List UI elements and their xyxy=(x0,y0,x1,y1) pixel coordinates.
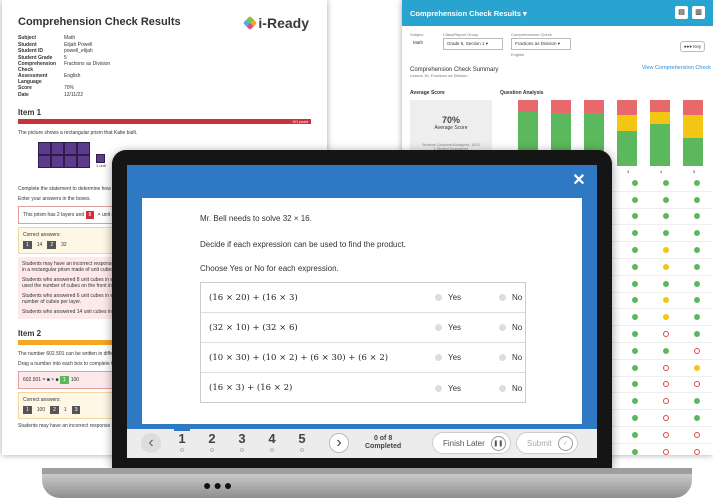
next-button[interactable]: › xyxy=(329,433,349,453)
finish-later-button[interactable]: Finish Later ❚❚ xyxy=(432,432,511,454)
meta-value: English xyxy=(64,73,81,79)
meta-value: Fractions as Division xyxy=(64,61,111,67)
radio-icon xyxy=(435,354,442,361)
meta-key: Date xyxy=(18,91,29,98)
expression: (16 × 20) + (16 × 3) xyxy=(209,292,298,303)
radio-icon xyxy=(435,324,442,331)
question-choose: Choose Yes or No for each expression. xyxy=(200,264,339,273)
subject-value: Math xyxy=(413,40,424,45)
question-bar xyxy=(683,100,703,166)
question-number-5[interactable]: 5 xyxy=(294,431,310,452)
meta-value: Math xyxy=(64,35,76,41)
answer-chip: 2 xyxy=(47,241,57,249)
answer-chip: 14 xyxy=(36,242,43,248)
item1-heading: Item 1 xyxy=(18,108,42,117)
question-number-1[interactable]: 1 xyxy=(174,429,190,452)
average-score-value: 70% xyxy=(441,115,460,125)
meta-value: powell_elijah xyxy=(64,48,93,54)
report-meta: Subject Math Student Elijah Powell Student I… xyxy=(18,35,311,98)
x-tick: 5 xyxy=(693,169,696,174)
answer-chip: 100 xyxy=(36,407,46,413)
meta-value: 70% xyxy=(64,85,75,91)
no-option[interactable]: No xyxy=(499,384,522,393)
meta-key: Assessment Language xyxy=(18,73,48,85)
radio-icon xyxy=(435,384,442,392)
radio-icon xyxy=(499,354,506,361)
summary: Comprehension Check Summary Lesson 16: F… xyxy=(410,65,711,78)
question-number-4[interactable]: 4 xyxy=(264,431,280,452)
question-bar xyxy=(617,100,637,166)
iready-gem-icon xyxy=(243,15,258,31)
x-tick: 3 xyxy=(627,169,630,174)
answer-chip: 1 xyxy=(23,406,32,414)
no-option[interactable]: No xyxy=(499,323,522,332)
answer-chip: 32 xyxy=(61,242,67,248)
expression: (16 × 3) + (16 × 2) xyxy=(209,383,293,393)
dashboard-header: Comprehension Check Results ▾ ▤ ▥ xyxy=(402,0,713,26)
assessment-screen: ✕ Mr. Bell needs to solve 32 × 16. Decid… xyxy=(127,165,597,458)
meta-key: Score xyxy=(18,85,32,91)
radio-icon xyxy=(435,294,442,301)
iready-logo: i-Ready xyxy=(243,15,309,31)
submit-button[interactable]: Submit ✓ xyxy=(516,432,578,454)
expression: (10 × 30) + (10 × 2) + (6 × 30) + (6 × 2… xyxy=(209,352,389,363)
meta-key: Comprehension Check xyxy=(18,61,57,73)
yes-option[interactable]: Yes xyxy=(435,384,461,393)
progress-indicator: 0 of 8 Completed xyxy=(365,435,402,450)
chevron-right-icon: › xyxy=(336,434,342,451)
pause-icon: ❚❚ xyxy=(490,435,506,451)
radio-icon xyxy=(499,384,506,392)
prev-button[interactable]: ‹ xyxy=(141,433,161,453)
answer-chip: 1 xyxy=(23,241,32,249)
laptop-base xyxy=(42,468,692,498)
radio-icon xyxy=(499,324,506,331)
marketing-composite: Comprehension Check Results i-Ready Subj… xyxy=(0,0,713,500)
question-card: Mr. Bell needs to solve 32 × 16. Decide … xyxy=(142,198,582,424)
filter-bar: Subject Math Class/Report Group Grade 5, S… xyxy=(402,26,713,63)
no-option[interactable]: No xyxy=(499,293,522,302)
meta-value: 12/11/22 xyxy=(64,91,84,98)
assessment-footer: ‹ 12345 › 0 of 8 Completed Finish Later ❚❚… xyxy=(127,429,597,458)
print-icon[interactable]: ▤ xyxy=(675,6,688,19)
unit-cube: 1 unit xyxy=(96,154,106,168)
choice-row: (16 × 20) + (16 × 3) Yes No xyxy=(201,283,525,313)
choice-row: (32 × 10) + (32 × 6) Yes No xyxy=(201,313,525,343)
x-tick: 4 xyxy=(660,169,663,174)
check-select[interactable]: Fractions as Division ▾ xyxy=(511,38,571,50)
class-select[interactable]: Grade 5, Section 1 ▾ xyxy=(443,38,503,50)
item1-prompt: The picture shows a rectangular prism th… xyxy=(18,130,138,136)
no-option[interactable]: No xyxy=(499,353,522,362)
key-button[interactable]: ●●● Key xyxy=(679,41,705,52)
meta-key: Subject xyxy=(18,35,37,41)
yes-option[interactable]: Yes xyxy=(435,323,461,332)
question-instruction: Decide if each expression can be used to… xyxy=(200,240,406,249)
yes-option[interactable]: Yes xyxy=(435,353,461,362)
question-prompt: Mr. Bell needs to solve 32 × 16. xyxy=(200,214,312,223)
question-number-2[interactable]: 2 xyxy=(204,431,220,452)
choices-table: (16 × 20) + (16 × 3) Yes No (32 × 10) + (32… xyxy=(200,282,526,403)
chevron-left-icon: ‹ xyxy=(148,434,154,451)
trash-icon[interactable]: ▥ xyxy=(692,6,705,19)
choice-row: (10 × 30) + (10 × 2) + (6 × 30) + (6 × 2… xyxy=(201,343,525,373)
choice-row: (16 × 3) + (16 × 2) Yes No xyxy=(201,373,525,403)
check-icon: ✓ xyxy=(557,435,573,451)
meta-value: Elijah Powell xyxy=(64,41,93,48)
item1-score-bar: 0/1 point xyxy=(18,119,311,124)
answer-chip: 3 xyxy=(71,406,81,414)
view-check-link[interactable]: View Comprehension Check xyxy=(642,65,711,71)
yes-option[interactable]: Yes xyxy=(435,293,461,302)
meta-key: Student ID xyxy=(18,48,43,54)
camera-dots: ●●● xyxy=(203,477,235,493)
prism-cubes xyxy=(38,142,90,168)
close-icon[interactable]: ✕ xyxy=(571,173,587,189)
answer-chip: 2 xyxy=(50,406,59,414)
expression: (32 × 10) + (32 × 6) xyxy=(209,322,298,333)
question-number-3[interactable]: 3 xyxy=(234,431,250,452)
question-bar xyxy=(650,100,670,166)
radio-icon xyxy=(499,294,506,301)
answer-chip: 1 xyxy=(63,407,67,413)
